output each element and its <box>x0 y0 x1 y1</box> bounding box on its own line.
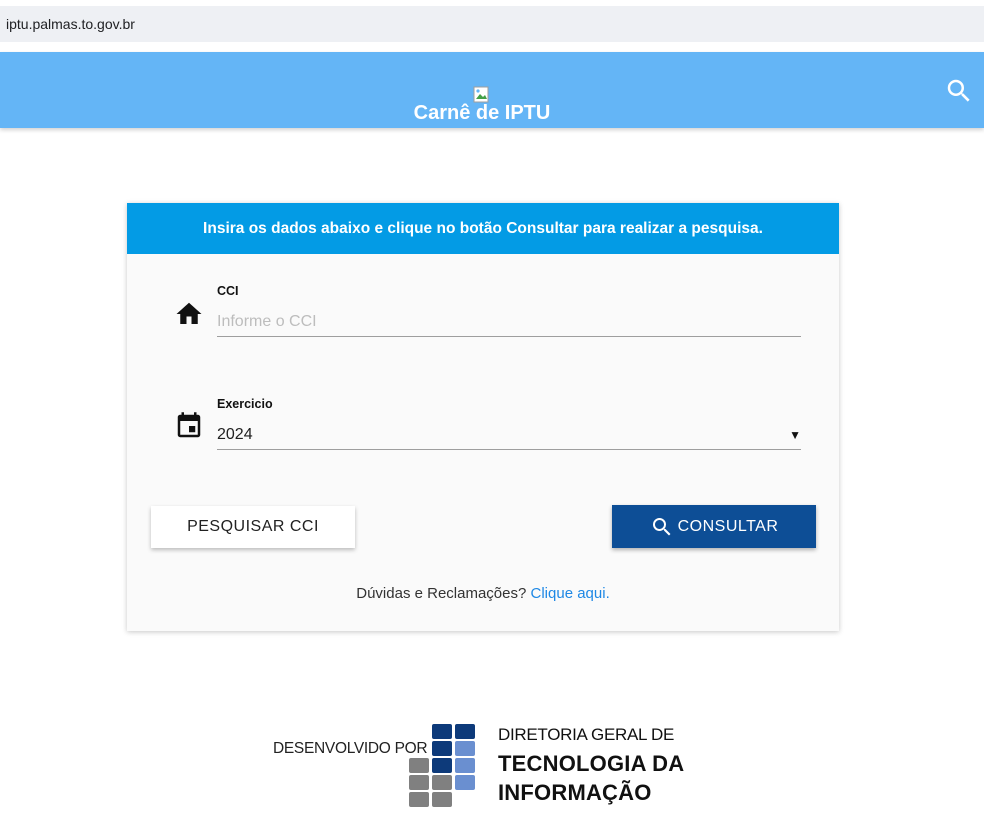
card-header: Insira os dados abaixo e clique no botão… <box>127 203 839 254</box>
cci-input[interactable] <box>217 307 801 337</box>
exercicio-select[interactable]: 2024 ▼ <box>217 420 801 450</box>
consultar-label: CONSULTAR <box>677 517 779 535</box>
footer-org-line3: INFORMAÇÃO <box>498 780 652 805</box>
search-icon <box>652 517 671 535</box>
dgti-logo-icon <box>409 724 475 807</box>
app-header: Carnê de IPTU <box>0 52 984 128</box>
cci-label: CCI <box>217 284 239 298</box>
page-title: Carnê de IPTU <box>413 102 551 124</box>
url-text[interactable]: iptu.palmas.to.gov.br <box>6 16 135 32</box>
exercicio-label: Exercicio <box>217 397 273 411</box>
search-icon[interactable] <box>944 76 974 106</box>
chevron-down-icon: ▼ <box>789 428 801 442</box>
help-question: Dúvidas e Reclamações? <box>356 585 527 602</box>
consultar-button[interactable]: CONSULTAR <box>612 505 816 548</box>
developed-by-text: DESENVOLVIDO POR <box>273 740 428 757</box>
help-link[interactable]: Clique aqui. <box>531 585 610 602</box>
calendar-icon <box>177 412 201 438</box>
home-icon <box>176 302 202 324</box>
footer-org-line1: DIRETORIA GERAL DE <box>498 725 674 744</box>
pesquisar-cci-button[interactable]: PESQUISAR CCI <box>151 506 355 548</box>
footer-org-line2: TECNOLOGIA DA <box>498 751 685 776</box>
help-text: Dúvidas e Reclamações? Clique aqui. <box>127 585 839 602</box>
url-field[interactable] <box>0 6 984 42</box>
exercicio-selected-value: 2024 <box>217 426 253 443</box>
browser-address-bar: iptu.palmas.to.gov.br <box>0 0 984 48</box>
search-card: Insira os dados abaixo e clique no botão… <box>127 203 839 631</box>
